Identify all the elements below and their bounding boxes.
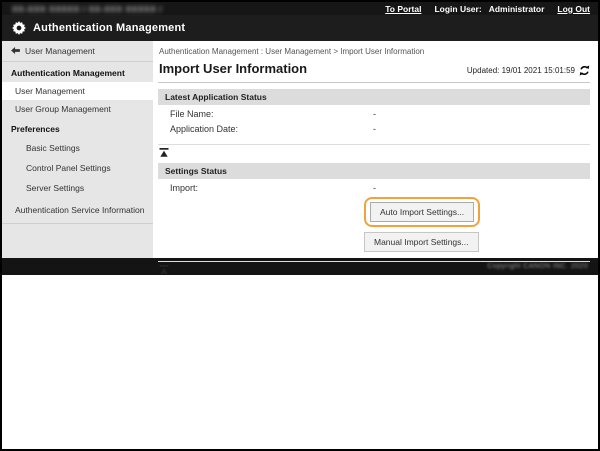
divider: [158, 144, 590, 145]
sidebar-item-control-panel-settings[interactable]: Control Panel Settings: [2, 158, 153, 178]
scroll-top-icon[interactable]: [159, 265, 169, 274]
sidebar-back-link[interactable]: User Management: [2, 41, 153, 62]
app-title: Authentication Management: [33, 22, 185, 34]
field-value: -: [373, 124, 376, 134]
main-content: Authentication Management : User Managem…: [153, 41, 598, 258]
highlight-ring: Auto Import Settings...: [364, 197, 480, 227]
sidebar: User Management Authentication Managemen…: [2, 41, 153, 258]
page-whitespace: [2, 275, 598, 449]
breadcrumb: Authentication Management : User Managem…: [159, 47, 590, 56]
sidebar-item-basic-settings[interactable]: Basic Settings: [2, 138, 153, 158]
field-value: -: [373, 183, 376, 193]
field-row-import: Import: -: [158, 179, 590, 194]
manual-import-settings-button[interactable]: Manual Import Settings...: [364, 232, 479, 252]
field-label: Import:: [170, 183, 198, 193]
field-row-application-date: Application Date: -: [158, 120, 590, 135]
sidebar-item-user-management[interactable]: User Management: [2, 82, 153, 100]
field-label: Application Date:: [170, 124, 238, 134]
redacted-device-name: XX-XXX XXXXX / XX-XXX XXXXX /: [12, 4, 162, 14]
field-row-file-name: File Name: -: [158, 105, 590, 120]
sidebar-header-authentication-management: Authentication Management: [2, 62, 153, 82]
sidebar-header-preferences: Preferences: [2, 118, 153, 138]
back-arrow-icon: [11, 46, 20, 56]
gear-icon: [12, 21, 26, 35]
app-header: Authentication Management: [2, 15, 598, 41]
auto-import-settings-button[interactable]: Auto Import Settings...: [370, 202, 474, 222]
refresh-icon[interactable]: [579, 65, 590, 76]
sidebar-item-user-group-management[interactable]: User Group Management: [2, 100, 153, 118]
login-user: Login User: Administrator: [434, 4, 544, 14]
logout-link[interactable]: Log Out: [557, 4, 590, 14]
sidebar-item-authentication-service-information[interactable]: Authentication Service Information: [2, 198, 153, 224]
section-header-settings-status: Settings Status: [158, 163, 590, 179]
redacted-copyright: Copyright CANON INC. 2020: [487, 263, 588, 270]
field-value: -: [373, 109, 376, 119]
divider: [158, 261, 590, 262]
login-user-label: Login User:: [434, 4, 481, 14]
sidebar-back-label: User Management: [25, 46, 95, 56]
scroll-top-icon[interactable]: [159, 148, 169, 157]
to-portal-link[interactable]: To Portal: [385, 4, 421, 14]
sidebar-item-server-settings[interactable]: Server Settings: [2, 178, 153, 198]
updated-timestamp: Updated: 19/01 2021 15:01:59: [467, 66, 575, 75]
browser-page: XX-XXX XXXXX / XX-XXX XXXXX / To Portal …: [0, 0, 600, 451]
login-user-value: Administrator: [489, 4, 545, 14]
field-label: File Name:: [170, 109, 214, 119]
top-bar: XX-XXX XXXXX / XX-XXX XXXXX / To Portal …: [2, 2, 598, 15]
section-header-latest-application-status: Latest Application Status: [158, 89, 590, 105]
page-title: Import User Information: [159, 61, 307, 76]
